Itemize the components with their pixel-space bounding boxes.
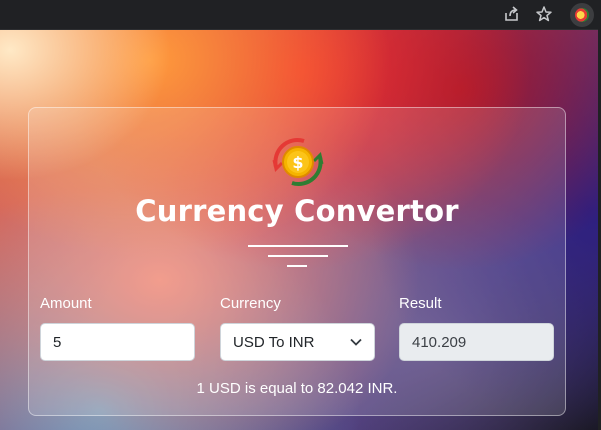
extension-badge [575, 8, 589, 22]
title-divider [248, 245, 348, 247]
page-title: Currency Convertor [135, 194, 459, 228]
svg-text:$: $ [292, 153, 303, 172]
amount-input[interactable]: 5 [40, 323, 195, 361]
result-label: Result [399, 295, 442, 312]
converter-card: $ Currency Convertor Amount Currency Res… [28, 107, 566, 416]
chevron-down-icon [350, 338, 362, 346]
conversion-rate-note: 1 USD is equal to 82.042 INR. [196, 380, 398, 397]
currency-exchange-icon: $ [272, 138, 324, 186]
currency-select[interactable]: USD To INR [220, 323, 375, 361]
amount-label: Amount [40, 295, 92, 312]
page-background: $ Currency Convertor Amount Currency Res… [0, 30, 598, 430]
title-divider [287, 265, 307, 267]
star-icon[interactable] [535, 5, 553, 23]
result-field[interactable]: 410.209 [399, 323, 554, 361]
currency-selected: USD To INR [233, 333, 315, 351]
share-icon[interactable] [503, 5, 521, 23]
currency-label: Currency [220, 295, 281, 312]
result-value: 410.209 [412, 333, 467, 351]
title-divider [268, 255, 328, 257]
amount-value: 5 [53, 333, 62, 351]
browser-toolbar [0, 0, 601, 30]
extension-icon[interactable] [570, 3, 594, 27]
